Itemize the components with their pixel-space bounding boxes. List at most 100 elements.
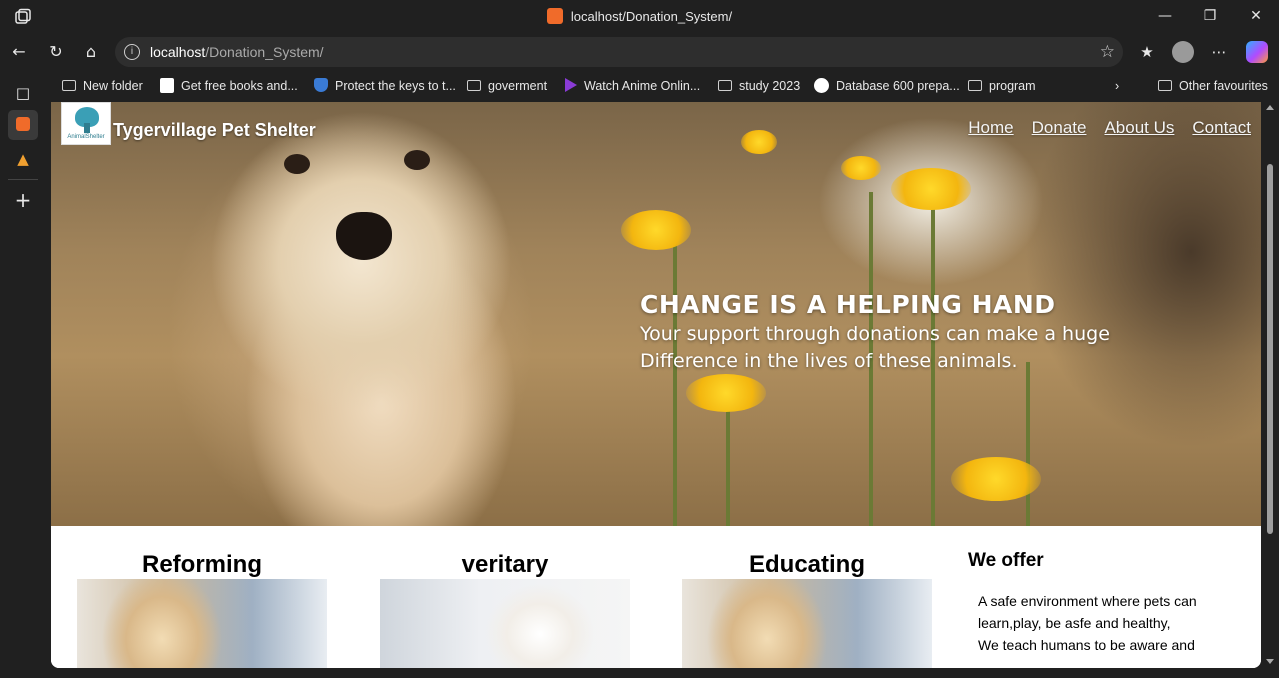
window-bottom-edge (0, 668, 1279, 678)
more-menu-icon[interactable]: ⋯ (1208, 41, 1230, 63)
folder-icon (1158, 80, 1172, 91)
scroll-up-icon[interactable] (1266, 105, 1274, 110)
url-path: /Donation_System/ (205, 44, 324, 60)
bookmark-item[interactable]: Protect the keys to t... (314, 78, 456, 96)
vet-cat-image (380, 579, 630, 668)
app-tab-icon[interactable]: ▲ (12, 148, 34, 170)
hero-heading: CHANGE IS A HELPING HAND (640, 290, 1056, 319)
card-title: veritary (461, 551, 549, 578)
page-viewport: AnimalShelter Tygervillage Pet Shelter H… (51, 102, 1261, 668)
close-icon[interactable]: ✕ (1245, 5, 1267, 27)
service-card-veritary: veritary (380, 526, 630, 668)
bookmark-item[interactable]: New folder (62, 78, 143, 96)
puppy-eye (404, 150, 430, 170)
bookmarks-bar: New folder Get free books and... Protect… (0, 71, 1279, 102)
play-icon (565, 78, 577, 92)
folder-icon (467, 80, 481, 91)
bookmark-label: Database 600 prepa... (836, 79, 960, 93)
xampp-tab-icon (16, 117, 30, 131)
url-input[interactable]: i localhost/Donation_System/ ☆ (115, 37, 1123, 67)
vertical-tab-active[interactable] (8, 110, 38, 140)
xampp-favicon-icon (546, 8, 563, 24)
nav-link-donate[interactable]: Donate (1032, 118, 1087, 137)
offer-line: learn,play, be asfe and healthy, (978, 615, 1171, 631)
window-title-text: localhost/Donation_System/ (570, 9, 733, 24)
nav-link-home[interactable]: Home (968, 118, 1013, 137)
favorite-star-icon[interactable]: ☆ (1100, 42, 1115, 62)
flower-stem (673, 242, 677, 526)
bookmark-item[interactable]: program (968, 78, 1036, 96)
restore-icon[interactable]: ❐ (1199, 5, 1221, 27)
site-title: Tygervillage Pet Shelter (113, 120, 316, 140)
flower (951, 457, 1041, 501)
site-nav-links: Home Donate About Us Contact (950, 118, 1251, 138)
bookmark-label: study 2023 (739, 79, 801, 93)
scroll-down-icon[interactable] (1266, 659, 1274, 664)
tab-actions-icon[interactable]: □ (12, 82, 34, 104)
browser-sidebar: □ ▲ + (0, 84, 46, 678)
offer-text: A safe environment where pets can learn,p… (978, 590, 1208, 656)
favorites-icon[interactable]: ★ (1136, 41, 1158, 63)
offer-line: We teach humans to be aware and (978, 637, 1195, 653)
bookmarks-overflow-chevron-icon[interactable]: › (1115, 78, 1119, 96)
bookmark-label: goverment (488, 79, 548, 93)
bookmark-label: Watch Anime Onlin... (584, 79, 701, 93)
puppy-image (682, 579, 932, 668)
scrollbar-thumb[interactable] (1267, 164, 1273, 534)
back-icon[interactable]: ← (8, 41, 30, 63)
folder-icon (718, 80, 732, 91)
flower (686, 374, 766, 412)
disc-icon (814, 78, 829, 93)
offer-title: We offer (968, 550, 1044, 571)
site-header: AnimalShelter Tygervillage Pet Shelter H… (51, 102, 1261, 152)
nav-link-contact[interactable]: Contact (1192, 118, 1251, 137)
bookmark-label: Protect the keys to t... (335, 79, 456, 93)
flower (621, 210, 691, 250)
bookmark-label: program (989, 79, 1036, 93)
site-info-icon[interactable]: i (124, 44, 140, 60)
site-logo[interactable]: AnimalShelter (61, 102, 111, 145)
window-title: localhost/Donation_System/ (0, 8, 1279, 24)
nav-link-about[interactable]: About Us (1104, 118, 1174, 137)
bookmark-item[interactable]: study 2023 (718, 78, 800, 96)
flower-stem (726, 402, 730, 526)
other-favourites[interactable]: Other favourites (1158, 78, 1268, 96)
bookmark-item[interactable]: Watch Anime Onlin... (565, 78, 700, 96)
service-card-educating: Educating (682, 526, 932, 668)
refresh-icon[interactable]: ↻ (45, 41, 67, 63)
url-host: localhost (150, 44, 206, 60)
new-tab-plus-icon[interactable]: + (12, 189, 34, 211)
hero-text: CHANGE IS A HELPING HAND Your support th… (640, 289, 1200, 375)
hero-subtext-line: Difference in the lives of these animals… (640, 350, 1018, 372)
service-card-reforming: Reforming (77, 526, 327, 668)
bookmark-item[interactable]: Get free books and... (160, 78, 298, 96)
logo-text: AnimalShelter (67, 134, 105, 140)
card-title: Reforming (142, 551, 262, 578)
flower-stem (1026, 362, 1030, 526)
flower (891, 168, 971, 210)
title-bar: localhost/Donation_System/ — ❐ ✕ (0, 0, 1279, 33)
url-text[interactable]: localhost/Donation_System/ (150, 44, 324, 60)
bookmark-item[interactable]: goverment (467, 78, 547, 96)
address-bar: ← ↻ ⌂ i localhost/Donation_System/ ☆ ★ ⋯ (0, 33, 1279, 71)
offer-line: A safe environment where pets can (978, 593, 1197, 609)
other-favourites-label: Other favourites (1179, 79, 1268, 93)
page-scrollbar[interactable] (1261, 102, 1279, 668)
profile-avatar[interactable] (1172, 41, 1194, 63)
folder-icon (62, 80, 76, 91)
puppy-nose (336, 212, 392, 260)
copilot-icon[interactable] (1246, 41, 1268, 63)
home-icon[interactable]: ⌂ (80, 41, 102, 63)
flower (841, 156, 881, 180)
bookmark-item[interactable]: Database 600 prepa... (814, 78, 960, 96)
bookmark-label: Get free books and... (181, 79, 298, 93)
card-title: Educating (748, 551, 865, 578)
offer-section: We offer A safe environment where pets c… (968, 526, 1248, 656)
minimize-icon[interactable]: — (1154, 5, 1176, 27)
puppy-eye (284, 154, 310, 174)
page-icon (160, 78, 174, 93)
hero-banner: AnimalShelter Tygervillage Pet Shelter H… (51, 102, 1261, 526)
sidebar-divider (8, 179, 38, 180)
puppy-photo (151, 102, 571, 526)
bookmark-label: New folder (83, 79, 143, 93)
